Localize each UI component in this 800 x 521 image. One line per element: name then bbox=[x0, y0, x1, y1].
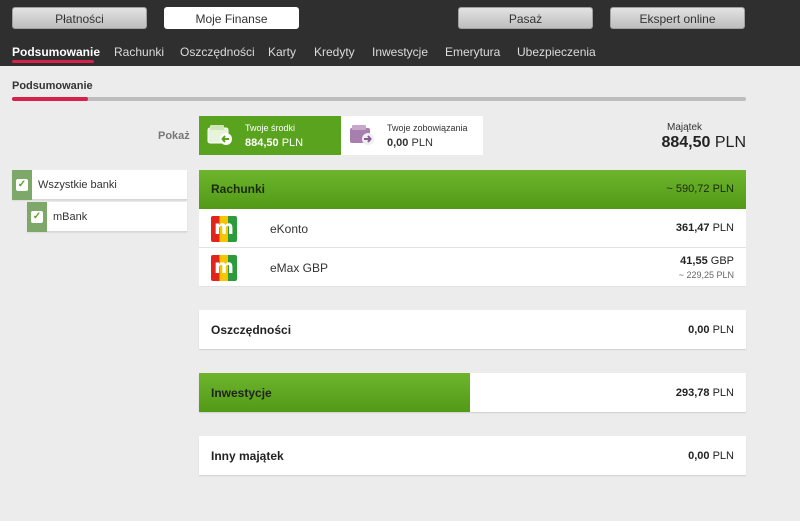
expert-online-button[interactable]: Ekspert online bbox=[610, 7, 745, 29]
nav-item-pension[interactable]: Emerytura bbox=[445, 45, 500, 59]
checkmark-icon: ✓ bbox=[31, 211, 43, 223]
mbank-logo-icon: m bbox=[211, 216, 237, 242]
accounts-title: Rachunki bbox=[211, 182, 266, 196]
my-finance-button[interactable]: Moje Finanse bbox=[164, 7, 299, 29]
your-funds-title: Twoje środki bbox=[245, 123, 296, 133]
subtab-active-indicator bbox=[12, 97, 88, 101]
other-assets-panel[interactable]: Inny majątek 0,00 PLN bbox=[199, 436, 746, 475]
wallet-in-icon bbox=[207, 124, 233, 146]
checkbox[interactable]: ✓ bbox=[27, 202, 47, 232]
checkmark-icon: ✓ bbox=[16, 179, 28, 191]
accounts-total: ~ 590,72 PLN bbox=[666, 183, 734, 195]
your-liabilities-value: 0,00 PLN bbox=[387, 137, 433, 149]
your-funds-value: 884,50 PLN bbox=[245, 137, 304, 149]
account-balance: 361,47 PLN bbox=[675, 222, 734, 234]
show-label: Pokaż bbox=[158, 130, 190, 142]
your-liabilities-toggle[interactable]: Twoje zobowiązania 0,00 PLN bbox=[341, 116, 483, 155]
assets-value: 884,50 PLN bbox=[661, 134, 746, 151]
filter-all-banks[interactable]: ✓ Wszystkie banki bbox=[12, 170, 187, 200]
top-bar: Płatności Moje Finanse Pasaż Ekspert onl… bbox=[0, 0, 800, 66]
nav-item-savings[interactable]: Oszczędności bbox=[180, 45, 255, 59]
nav-item-cards[interactable]: Karty bbox=[268, 45, 296, 59]
investments-title: Inwestycje bbox=[211, 386, 272, 400]
nav-item-investments[interactable]: Inwestycje bbox=[372, 45, 428, 59]
nav-item-summary[interactable]: Podsumowanie bbox=[12, 45, 100, 59]
filter-all-banks-label: Wszystkie banki bbox=[38, 179, 117, 191]
your-liabilities-title: Twoje zobowiązania bbox=[387, 123, 468, 133]
your-funds-toggle[interactable]: Twoje środki 884,50 PLN bbox=[199, 116, 341, 155]
wallet-out-icon bbox=[349, 124, 375, 146]
account-name: eKonto bbox=[270, 222, 309, 236]
subtab-summary[interactable]: Podsumowanie bbox=[12, 80, 93, 92]
nav-active-indicator bbox=[12, 60, 94, 63]
filter-mbank[interactable]: ✓ mBank bbox=[27, 202, 187, 232]
account-name: eMax GBP bbox=[270, 261, 329, 275]
savings-title: Oszczędności bbox=[211, 323, 292, 337]
mbank-logo-icon: m bbox=[211, 255, 237, 281]
subtab-track bbox=[12, 97, 746, 101]
other-assets-title: Inny majątek bbox=[211, 449, 284, 463]
savings-panel[interactable]: Oszczędności 0,00 PLN bbox=[199, 310, 746, 349]
assets-label: Majątek bbox=[667, 122, 703, 133]
accounts-header[interactable]: Rachunki ~ 590,72 PLN bbox=[199, 170, 746, 209]
account-row-emax-gbp[interactable]: m eMax GBP 41,55 GBP ~ 229,25 PLN bbox=[199, 248, 746, 287]
investments-panel[interactable]: Inwestycje 293,78 PLN bbox=[199, 373, 746, 412]
nav-item-insurance[interactable]: Ubezpieczenia bbox=[517, 45, 596, 59]
savings-value: 0,00 PLN bbox=[688, 324, 734, 336]
other-assets-value: 0,00 PLN bbox=[688, 450, 734, 462]
filter-mbank-label: mBank bbox=[53, 211, 88, 223]
passage-button[interactable]: Pasaż bbox=[458, 7, 593, 29]
account-row-ekonto[interactable]: m eKonto 361,47 PLN bbox=[199, 209, 746, 248]
account-balance-converted: ~ 229,25 PLN bbox=[678, 270, 734, 280]
account-balance: 41,55 GBP bbox=[680, 255, 734, 267]
payments-button[interactable]: Płatności bbox=[12, 7, 147, 29]
nav-item-accounts[interactable]: Rachunki bbox=[114, 45, 164, 59]
nav-item-loans[interactable]: Kredyty bbox=[314, 45, 355, 59]
investments-value: 293,78 PLN bbox=[675, 387, 734, 399]
checkbox[interactable]: ✓ bbox=[12, 170, 32, 200]
